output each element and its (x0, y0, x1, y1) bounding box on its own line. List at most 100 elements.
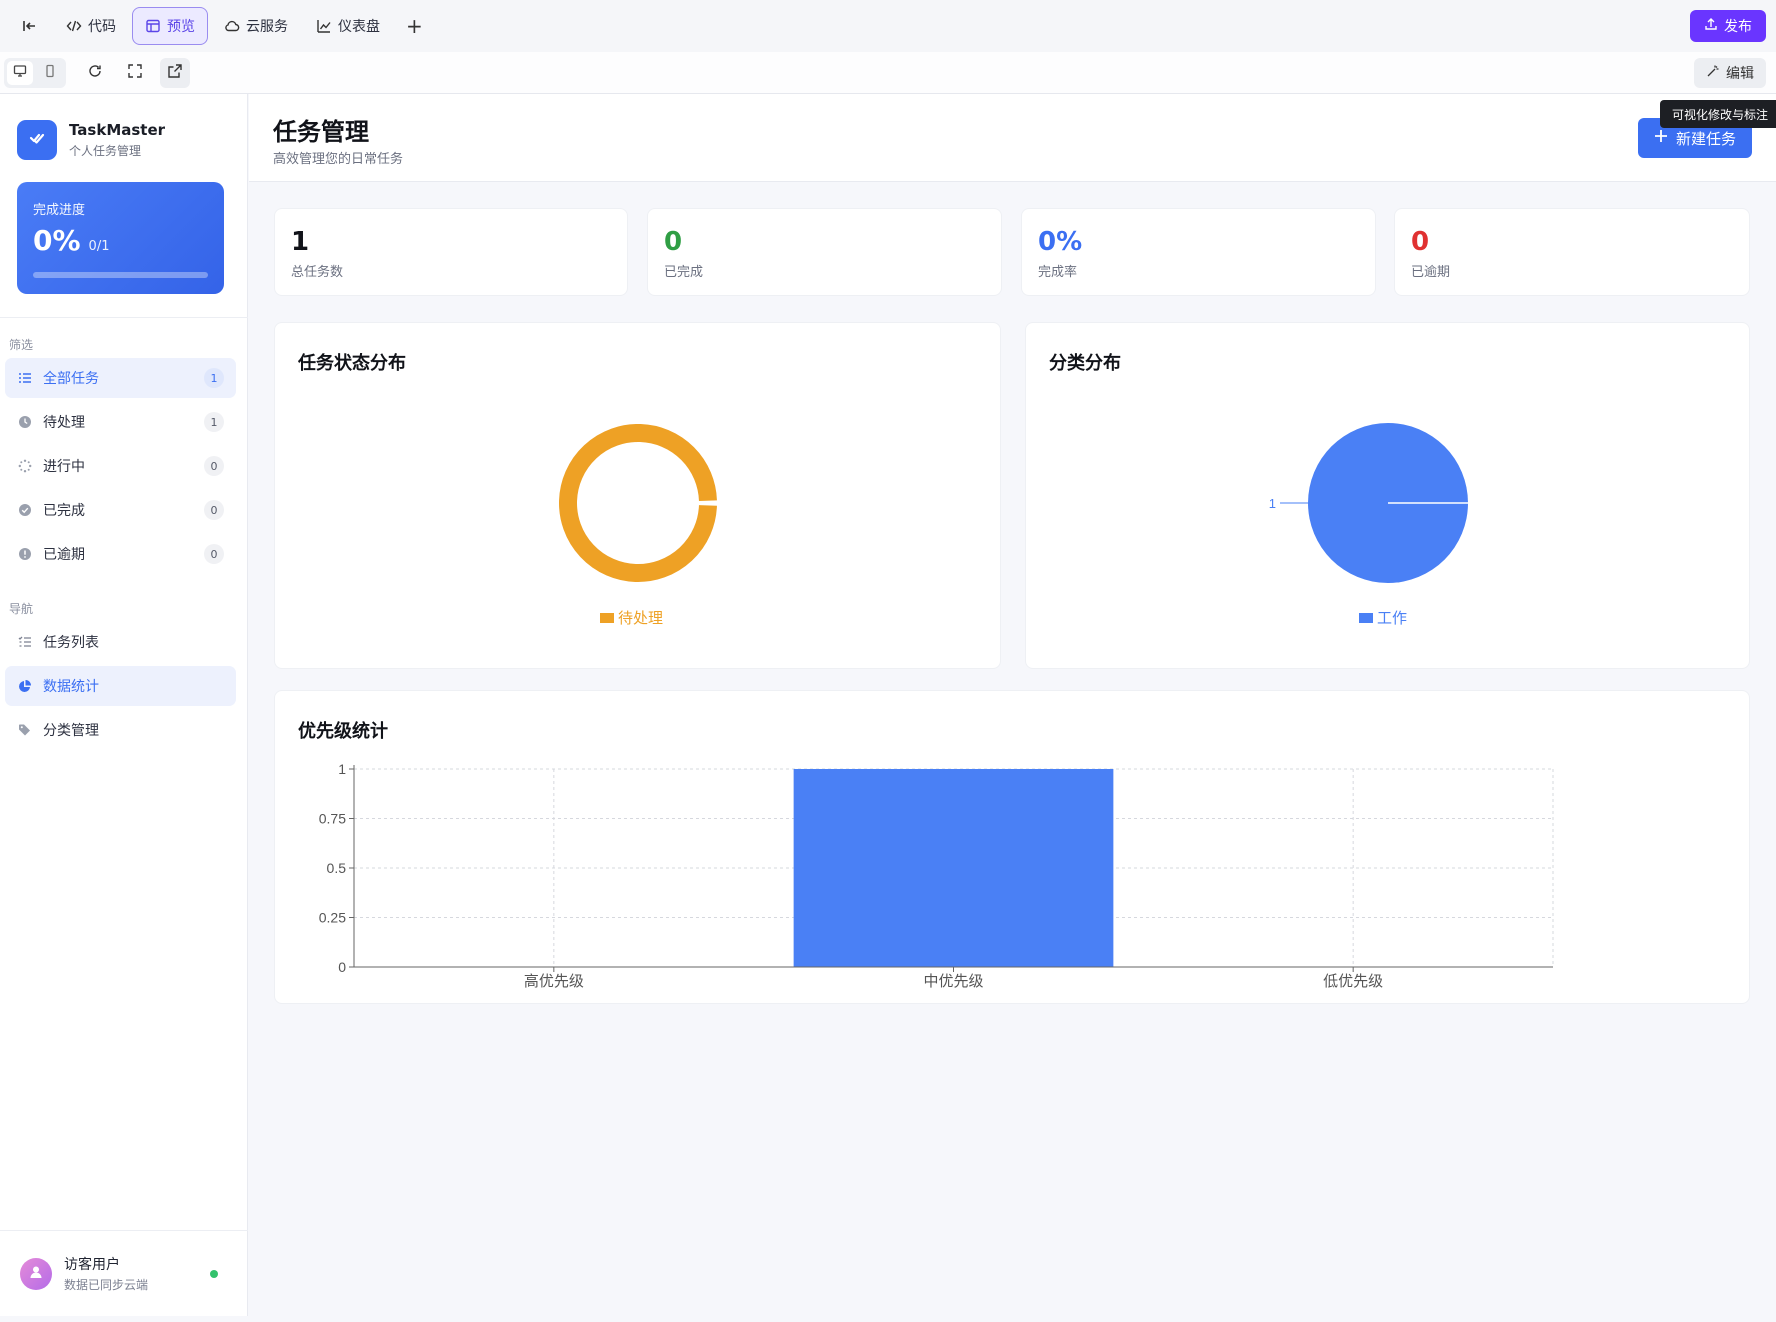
preview-toolbar: 编辑 (0, 52, 1776, 94)
filter-pending-label: 待处理 (43, 415, 85, 431)
legend-label-work: 工作 (1377, 609, 1408, 627)
nav-statistics[interactable]: 数据统计 (5, 666, 236, 706)
tab-dashboard[interactable]: 仪表盘 (304, 7, 392, 45)
legend-swatch-pending (600, 612, 614, 623)
tab-preview[interactable]: 预览 (132, 7, 208, 45)
avatar (20, 1257, 52, 1290)
tab-dashboard-label: 仪表盘 (338, 19, 380, 35)
stat-completed: 0 已完成 (647, 208, 1002, 296)
filter-all-label: 全部任务 (43, 371, 99, 387)
app-name: TaskMaster (69, 121, 166, 139)
fullscreen-button[interactable] (120, 58, 150, 88)
filter-completed[interactable]: 已完成 0 (5, 490, 236, 530)
mobile-view-button[interactable] (37, 61, 63, 85)
online-status-dot (210, 1269, 218, 1278)
collapse-sidebar-button[interactable] (10, 7, 50, 45)
sidebar: TaskMaster 个人任务管理 完成进度 0% 0/1 筛选 全部任务 1 … (0, 94, 248, 1316)
plus-icon (1654, 129, 1668, 147)
priority-chart-card: 优先级统计 0 0.25 0.5 0.75 1 高优先级 中优先级 低优先级 (274, 690, 1750, 1004)
nav-task-list-label: 任务列表 (43, 635, 99, 651)
tab-preview-label: 预览 (167, 19, 195, 35)
x-tick-label: 中优先级 (923, 973, 983, 990)
publish-label: 发布 (1724, 19, 1752, 35)
clock-icon (17, 414, 33, 430)
status-legend[interactable]: 待处理 (600, 607, 663, 628)
double-check-icon (26, 127, 48, 153)
filter-in-progress-label: 进行中 (43, 459, 85, 475)
user-name: 访客用户 (64, 1257, 120, 1273)
filter-in-progress[interactable]: 进行中 0 (5, 446, 236, 486)
y-tick-label: 1 (338, 761, 346, 777)
publish-button[interactable]: 发布 (1690, 10, 1766, 42)
stat-total-label: 总任务数 (291, 265, 344, 280)
stat-rate-label: 完成率 (1038, 265, 1078, 280)
nav-statistics-label: 数据统计 (43, 679, 99, 695)
chart-icon (316, 18, 332, 34)
nav-categories[interactable]: 分类管理 (5, 710, 236, 750)
x-tick-label: 高优先级 (524, 973, 584, 990)
x-tick-label: 低优先级 (1323, 973, 1383, 990)
y-tick-label: 0 (338, 959, 346, 975)
filter-pending-count: 1 (204, 412, 224, 432)
stat-overdue: 0 已逾期 (1394, 208, 1750, 296)
category-chart-card: 分类分布 1 工作 (1025, 322, 1750, 669)
progress-card: 完成进度 0% 0/1 (17, 182, 224, 294)
page-title: 任务管理 (273, 118, 369, 146)
stat-completed-value: 0 (664, 227, 683, 257)
page-subtitle: 高效管理您的日常任务 (273, 152, 404, 167)
filter-pending[interactable]: 待处理 1 (5, 402, 236, 442)
top-toolbar: 代码 预览 云服务 仪表盘 + 发布 (0, 0, 1776, 52)
stat-total-value: 1 (291, 227, 310, 257)
desktop-view-button[interactable] (7, 60, 33, 85)
pie-icon (17, 678, 33, 694)
edit-button[interactable]: 编辑 (1694, 58, 1766, 88)
legend-swatch-work (1359, 612, 1373, 623)
nav-section-title: 导航 (9, 602, 34, 616)
new-task-label: 新建任务 (1675, 129, 1736, 148)
tasks-icon (17, 634, 33, 650)
add-tab-button[interactable]: + (396, 14, 433, 38)
sidebar-divider (0, 317, 248, 318)
alert-icon (17, 546, 33, 562)
filter-in-progress-count: 0 (204, 456, 224, 476)
nav-task-list[interactable]: 任务列表 (5, 622, 236, 662)
tag-icon (17, 722, 33, 738)
check-circle-icon (17, 502, 33, 518)
filter-overdue-count: 0 (204, 544, 224, 564)
magic-wand-icon (1706, 64, 1720, 82)
monitor-icon (13, 63, 27, 82)
edit-tooltip: 可视化修改与标注 (1659, 100, 1776, 128)
tab-cloud[interactable]: 云服务 (212, 7, 300, 45)
upload-icon (1704, 17, 1718, 35)
app-logo (17, 120, 57, 160)
filter-all-tasks[interactable]: 全部任务 1 (5, 358, 236, 398)
y-tick-label: 0.5 (327, 860, 347, 876)
stat-completed-label: 已完成 (664, 265, 704, 280)
stat-total: 1 总任务数 (274, 208, 628, 296)
stat-rate-value: 0% (1038, 227, 1083, 257)
fullscreen-icon (127, 63, 143, 83)
donut-slice-pending (559, 424, 717, 582)
tab-code-label: 代码 (88, 19, 116, 35)
phone-icon (43, 63, 57, 82)
y-tick-label: 0.25 (319, 910, 346, 926)
app-subtitle: 个人任务管理 (69, 144, 142, 158)
open-external-button[interactable] (160, 57, 190, 88)
collapse-left-icon (22, 18, 38, 34)
code-icon (66, 18, 82, 34)
stat-overdue-value: 0 (1411, 227, 1430, 257)
legend-label-pending: 待处理 (618, 609, 664, 627)
user-icon (28, 1264, 44, 1284)
filter-section-title: 筛选 (9, 338, 34, 352)
refresh-button[interactable] (80, 58, 110, 88)
progress-bar (33, 272, 208, 278)
filter-overdue[interactable]: 已逾期 0 (5, 534, 236, 574)
user-panel[interactable]: 访客用户 数据已同步云端 (0, 1230, 248, 1316)
cloud-icon (224, 18, 240, 34)
device-toggle (4, 57, 66, 88)
stat-overdue-label: 已逾期 (1411, 265, 1451, 280)
progress-count: 0/1 (88, 239, 110, 254)
tab-code[interactable]: 代码 (54, 7, 128, 45)
bar-1 (793, 769, 1114, 967)
category-legend[interactable]: 工作 (1359, 607, 1407, 628)
